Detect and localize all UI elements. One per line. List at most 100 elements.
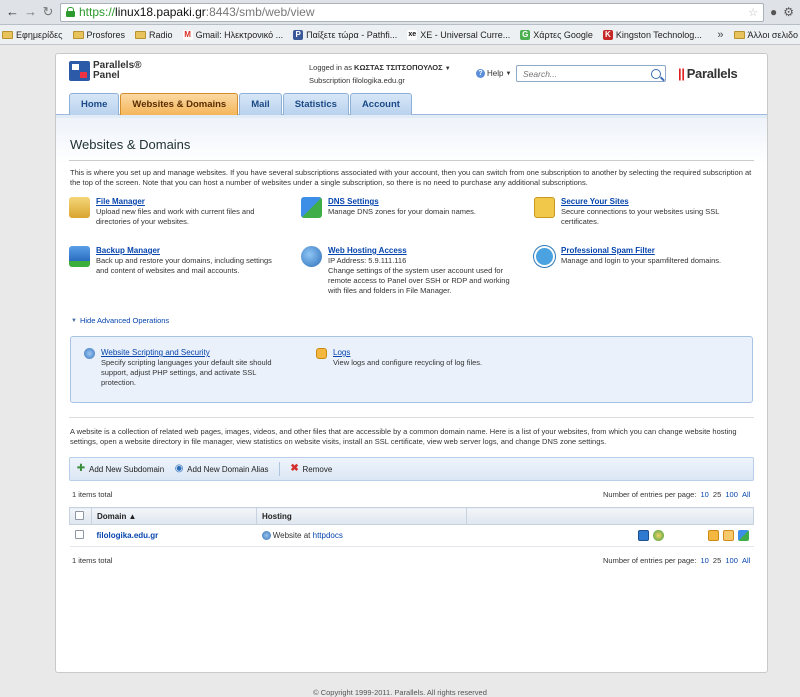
add-subdomain-label: Add New Subdomain <box>89 464 165 474</box>
dns-settings-link[interactable]: DNS Settings <box>328 197 379 206</box>
back-arrow-icon[interactable]: ← <box>6 5 19 18</box>
statistics-action-icon[interactable] <box>652 530 664 541</box>
gear-script-icon <box>84 348 95 359</box>
bookmark-7[interactable]: K Kingston Technolog... <box>602 29 702 40</box>
ssl-certificate-action-icon[interactable] <box>707 530 719 541</box>
search-input[interactable] <box>521 67 651 80</box>
spam-filter-icon <box>534 246 555 267</box>
domain-link[interactable]: filologika.edu.gr <box>97 531 159 540</box>
page-intro: This is where you set up and manage webs… <box>70 168 752 187</box>
website-globe-icon <box>261 531 271 541</box>
remove-button[interactable]: ✖ Remove <box>290 464 333 474</box>
tab-websites-domains[interactable]: Websites & Domains <box>120 93 239 115</box>
add-subdomain-button[interactable]: ✚ Add New Subdomain <box>76 464 164 474</box>
select-all-checkbox[interactable] <box>75 510 84 520</box>
section-divider <box>69 417 754 418</box>
web-hosting-access-link[interactable]: Web Hosting Access <box>328 246 407 255</box>
page-size-10[interactable]: 10 <box>700 490 708 499</box>
more-bookmarks-icon[interactable]: » <box>717 29 723 41</box>
reload-icon[interactable]: ↻ <box>42 5 54 18</box>
forward-arrow-icon[interactable]: → <box>24 5 37 18</box>
tab-home[interactable]: Home <box>69 93 120 115</box>
bookmark-0[interactable]: Εφημερίδες <box>2 30 63 40</box>
folder-icon <box>135 30 147 39</box>
spam-filter-link[interactable]: Professional Spam Filter <box>561 246 655 255</box>
bookmark-5[interactable]: xe XE - Universal Curre... <box>407 29 510 40</box>
logo-icon <box>69 61 90 81</box>
bookmark-2[interactable]: Radio <box>135 30 173 40</box>
row-checkbox[interactable] <box>74 530 84 539</box>
bookmark-star-icon[interactable]: ☆ <box>748 6 758 19</box>
website-scripting-link[interactable]: Website Scripting and Security <box>101 348 210 357</box>
tab-mail[interactable]: Mail <box>239 93 282 115</box>
logs-icon <box>316 348 327 359</box>
remove-label: Remove <box>302 464 333 474</box>
bookmark-label: Prosfores <box>86 29 126 40</box>
url-scheme: https:// <box>79 5 116 19</box>
search-icon[interactable] <box>651 68 661 79</box>
tool-website-scripting: Website Scripting and Security Specify sc… <box>84 348 289 388</box>
brand-bars-icon: || <box>678 66 685 81</box>
collapse-triangle-icon: ▼ <box>71 317 77 324</box>
other-bookmarks-label: Άλλοι σελιδο <box>747 29 798 40</box>
items-total-top: 1 items total <box>72 490 113 499</box>
url-host: linux18.papaki.gr <box>115 5 206 19</box>
table-header: Domain ▲ Hosting <box>69 507 754 525</box>
tab-account[interactable]: Account <box>349 93 412 115</box>
extension-icon[interactable]: ● <box>770 5 777 19</box>
user-menu-chevron-icon[interactable]: ▼ <box>445 66 451 72</box>
domain-column-header[interactable]: Domain ▲ <box>91 507 257 525</box>
advanced-toggle[interactable]: ▼ Hide Advanced Operations <box>71 316 169 325</box>
main-tabs: Home Websites & Domains Mail Statistics … <box>69 93 412 115</box>
select-all-cell <box>69 507 92 525</box>
logs-action-icon[interactable] <box>722 530 734 541</box>
wrench-icon[interactable]: ⚙ <box>783 5 794 19</box>
toolbar-divider <box>278 462 280 476</box>
website-scripting-desc: Specify scripting languages your default… <box>101 358 272 387</box>
page-size-all[interactable]: All <box>742 490 750 499</box>
table-row: filologika.edu.gr Website at httpdocs <box>69 524 754 547</box>
spam-filter-desc: Manage and login to your spamfiltered do… <box>561 256 722 265</box>
address-bar[interactable]: https://linux18.papaki.gr:8443/smb/web/v… <box>60 2 764 22</box>
user-name[interactable]: ΚΩΣΤΑΣ ΤΣΙΤΣΟΠΟΥΛΟΣ <box>354 63 443 72</box>
page-size-all[interactable]: All <box>742 556 750 565</box>
add-domain-alias-button[interactable]: ◉ Add New Domain Alias <box>174 463 269 474</box>
row-actions-cell <box>466 524 754 547</box>
bookmark-label: Εφημερίδες <box>16 29 63 40</box>
file-manager-link[interactable]: File Manager <box>96 197 145 206</box>
logs-link[interactable]: Logs <box>333 348 350 357</box>
advanced-operations-box: Website Scripting and Security Specify sc… <box>70 336 753 403</box>
page-size-100[interactable]: 100 <box>725 490 738 499</box>
entries-label: Number of entries per page: <box>603 490 697 499</box>
bookmark-1[interactable]: Prosfores <box>72 29 126 40</box>
panel-header: Parallels® Panel Logged in as ΚΩΣΤΑΣ ΤΣΙΤ… <box>56 54 767 97</box>
help-menu[interactable]: ? Help ▼ <box>476 69 511 78</box>
folder-icon <box>733 30 745 39</box>
web-hosting-access-desc: IP Address: 5.9.111.116 Change settings … <box>328 256 510 295</box>
hide-advanced-link[interactable]: Hide Advanced Operations <box>80 316 169 325</box>
pager-bottom: Number of entries per page: 10 25 100 Al… <box>603 556 750 565</box>
backup-manager-link[interactable]: Backup Manager <box>96 246 160 255</box>
help-chevron-icon: ▼ <box>505 70 512 77</box>
parallels-panel-logo[interactable]: Parallels® Panel <box>69 61 142 81</box>
tab-statistics[interactable]: Statistics <box>282 93 349 115</box>
copyright-footer: © Copyright 1999-2011. Parallels. All ri… <box>313 688 487 697</box>
folder-icon <box>72 30 84 39</box>
tool-file-manager: File Manager Upload new files and work wi… <box>69 197 284 227</box>
parallels-brand: || Parallels <box>678 66 738 81</box>
bookmark-3[interactable]: M Gmail: Ηλεκτρονικό ... <box>182 29 283 40</box>
page-title: Websites & Domains <box>70 137 191 152</box>
subscription-label: Subscription <box>309 76 351 85</box>
other-bookmarks[interactable]: Άλλοι σελιδο <box>733 29 798 40</box>
bookmark-6[interactable]: G Χάρτες Google <box>520 29 593 40</box>
file-manager-action-icon[interactable] <box>637 530 649 541</box>
page-size-100[interactable]: 100 <box>725 556 738 565</box>
bookmark-4[interactable]: P Παίξετε τώρα - Pathfi... <box>293 29 397 40</box>
websites-table: Domain ▲ Hosting filologika.edu.gr Websi… <box>69 507 754 547</box>
add-alias-icon: ◉ <box>174 463 184 474</box>
dns-action-icon[interactable] <box>737 530 749 541</box>
httpdocs-link[interactable]: httpdocs <box>313 531 343 540</box>
page-size-10[interactable]: 10 <box>700 556 708 565</box>
secure-sites-desc: Secure connections to your websites usin… <box>561 207 720 226</box>
secure-sites-link[interactable]: Secure Your Sites <box>561 197 629 206</box>
